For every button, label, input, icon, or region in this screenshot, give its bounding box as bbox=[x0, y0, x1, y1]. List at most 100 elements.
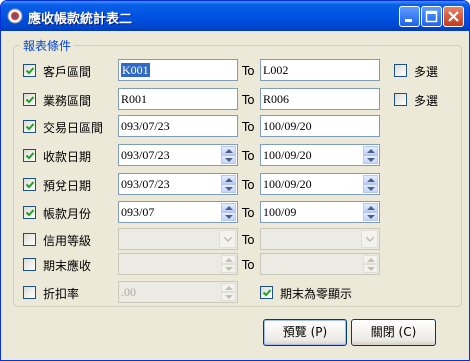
spin-up-button[interactable] bbox=[221, 203, 236, 212]
customer-to-value: L002 bbox=[263, 63, 289, 77]
spin-up-button[interactable] bbox=[363, 175, 378, 184]
arrow-up-icon bbox=[225, 258, 233, 262]
spin-up-button[interactable] bbox=[221, 255, 236, 264]
account-month-label: 帳款月份 bbox=[43, 207, 92, 221]
credit-level-checkbox[interactable] bbox=[23, 233, 36, 246]
customer-to-input[interactable]: L002 bbox=[260, 59, 380, 81]
sales-range-label: 業務區間 bbox=[43, 94, 92, 108]
minimize-button[interactable] bbox=[399, 6, 420, 27]
receipt-from-spinner[interactable] bbox=[221, 146, 236, 164]
checkmark-icon bbox=[25, 123, 35, 131]
arrow-up-icon bbox=[367, 178, 375, 182]
app-icon[interactable] bbox=[7, 8, 23, 24]
discount-rate-value: .00 bbox=[121, 285, 136, 299]
expected-from-spinner[interactable] bbox=[221, 175, 236, 193]
arrow-up-icon bbox=[225, 149, 233, 153]
customer-from-input[interactable]: K001 bbox=[118, 59, 238, 81]
spin-up-button[interactable] bbox=[221, 175, 236, 184]
credit-from-select[interactable] bbox=[118, 228, 238, 250]
transaction-to-input[interactable]: 100/09/20 bbox=[260, 115, 380, 137]
preview-button[interactable]: 預覽 (P) bbox=[263, 319, 347, 346]
credit-to-dropdown-button[interactable] bbox=[361, 230, 378, 248]
chevron-down-icon bbox=[224, 237, 232, 242]
arrow-down-icon bbox=[225, 158, 233, 162]
spin-down-button[interactable] bbox=[363, 264, 378, 273]
spin-up-button[interactable] bbox=[363, 255, 378, 264]
to-label: To bbox=[242, 233, 255, 247]
spin-down-button[interactable] bbox=[363, 155, 378, 164]
receivable-to-input[interactable] bbox=[260, 253, 380, 275]
to-label: To bbox=[242, 206, 255, 220]
row-discount-rate: 折扣率 .00 期末為零顯示 bbox=[4, 280, 469, 304]
show-zero-ending-checkbox[interactable] bbox=[260, 286, 273, 299]
receipt-to-input[interactable]: 100/09/20 bbox=[260, 144, 380, 166]
credit-from-dropdown-button[interactable] bbox=[219, 230, 236, 248]
row-account-month: 帳款月份 093/07 To 100/09 bbox=[4, 200, 469, 224]
transaction-to-value: 100/09/20 bbox=[263, 119, 312, 133]
transaction-from-input[interactable]: 093/07/23 bbox=[118, 115, 238, 137]
row-sales-range: 業務區間 R001 To R006 多選 bbox=[4, 87, 469, 111]
maximize-icon bbox=[425, 10, 438, 23]
discount-rate-input[interactable]: .00 bbox=[118, 281, 238, 303]
close-button[interactable]: 關閉 (C) bbox=[351, 319, 436, 346]
discount-rate-checkbox[interactable] bbox=[23, 286, 36, 299]
checkmark-icon bbox=[262, 289, 272, 297]
show-zero-ending-label: 期末為零顯示 bbox=[280, 287, 353, 301]
receipt-to-spinner[interactable] bbox=[363, 146, 378, 164]
customer-from-value: K001 bbox=[121, 63, 150, 77]
receivable-from-spinner[interactable] bbox=[221, 255, 236, 273]
expected-date-checkbox[interactable] bbox=[23, 178, 36, 191]
arrow-down-icon bbox=[367, 187, 375, 191]
to-label: To bbox=[242, 149, 255, 163]
arrow-down-icon bbox=[367, 215, 375, 219]
transaction-date-label: 交易日區間 bbox=[43, 121, 104, 135]
credit-to-select[interactable] bbox=[260, 228, 380, 250]
window-title: 應收帳款統計表二 bbox=[28, 12, 133, 27]
arrow-down-icon bbox=[225, 295, 233, 299]
sales-to-input[interactable]: R006 bbox=[260, 88, 380, 110]
transaction-date-checkbox[interactable] bbox=[23, 120, 36, 133]
group-title: 報表條件 bbox=[20, 37, 75, 54]
account-month-checkbox[interactable] bbox=[23, 206, 36, 219]
sales-from-value: R001 bbox=[121, 92, 148, 106]
receivable-from-input[interactable] bbox=[118, 253, 238, 275]
spin-down-button[interactable] bbox=[363, 184, 378, 193]
customer-range-checkbox[interactable] bbox=[23, 64, 36, 77]
expected-to-spinner[interactable] bbox=[363, 175, 378, 193]
receipt-date-checkbox[interactable] bbox=[23, 149, 36, 162]
expected-date-label: 預兌日期 bbox=[43, 179, 92, 193]
arrow-up-icon bbox=[367, 206, 375, 210]
spin-down-button[interactable] bbox=[221, 155, 236, 164]
spin-down-button[interactable] bbox=[363, 212, 378, 221]
sales-multi-checkbox[interactable] bbox=[394, 93, 407, 106]
month-to-spinner[interactable] bbox=[363, 203, 378, 221]
spin-down-button[interactable] bbox=[221, 212, 236, 221]
arrow-up-icon bbox=[367, 149, 375, 153]
month-to-input[interactable]: 100/09 bbox=[260, 201, 380, 223]
customer-multi-checkbox[interactable] bbox=[394, 64, 407, 77]
spin-down-button[interactable] bbox=[221, 292, 236, 301]
sales-from-input[interactable]: R001 bbox=[118, 88, 238, 110]
expected-from-input[interactable]: 093/07/23 bbox=[118, 173, 238, 195]
spin-up-button[interactable] bbox=[363, 203, 378, 212]
title-bar[interactable]: 應收帳款統計表二 bbox=[1, 1, 469, 31]
month-from-input[interactable]: 093/07 bbox=[118, 201, 238, 223]
month-from-spinner[interactable] bbox=[221, 203, 236, 221]
spin-up-button[interactable] bbox=[221, 283, 236, 292]
maximize-button[interactable] bbox=[421, 6, 442, 27]
receipt-from-input[interactable]: 093/07/23 bbox=[118, 144, 238, 166]
chevron-down-icon bbox=[366, 237, 374, 242]
ending-receivable-checkbox[interactable] bbox=[23, 258, 36, 271]
receivable-to-spinner[interactable] bbox=[363, 255, 378, 273]
spin-up-button[interactable] bbox=[221, 146, 236, 155]
spin-up-button[interactable] bbox=[363, 146, 378, 155]
close-window-button[interactable] bbox=[443, 6, 464, 27]
sales-range-checkbox[interactable] bbox=[23, 93, 36, 106]
discount-rate-spinner[interactable] bbox=[221, 283, 236, 301]
expected-to-value: 100/09/20 bbox=[263, 177, 312, 191]
expected-to-input[interactable]: 100/09/20 bbox=[260, 173, 380, 195]
arrow-up-icon bbox=[367, 258, 375, 262]
spin-down-button[interactable] bbox=[221, 264, 236, 273]
arrow-down-icon bbox=[225, 215, 233, 219]
spin-down-button[interactable] bbox=[221, 184, 236, 193]
